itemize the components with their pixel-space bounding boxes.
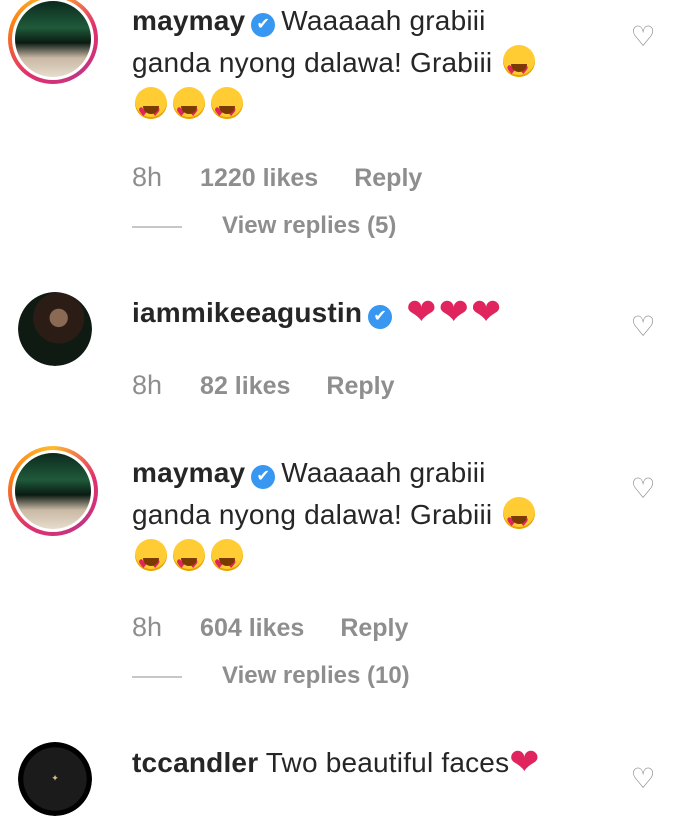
avatar[interactable]: ✦ [18,742,92,816]
divider-line [132,225,182,228]
comment-text: maymay ✔ Waaaaah grabiii ganda nyong dalaw… [132,452,602,585]
timestamp[interactable]: 8h [132,162,162,192]
heart-eyes-emoji-icon [173,87,205,133]
verified-badge-icon: ✔ [368,305,393,329]
comment-body-line1: Waaaaah grabiii [281,457,486,488]
timestamp[interactable]: 8h [132,612,162,642]
red-heart-emoji-icon: ❤ [406,292,437,333]
likes-count[interactable]: 82 likes [200,372,290,400]
username-link[interactable]: tccandler [132,747,258,778]
comment-text: tccandler Two beautiful faces❤ [132,742,602,784]
username-link[interactable]: maymay [132,5,245,36]
heart-eyes-emoji-icon [211,87,243,133]
comment-item: ✦ tccandler Two beautiful faces❤ ♡ [0,742,700,825]
reply-button[interactable]: Reply [340,614,408,642]
verified-badge-icon: ✔ [251,13,276,37]
comment-meta: 8h 82 likes Reply [132,370,431,401]
view-replies-button[interactable]: View replies (10) [132,662,410,690]
comment-body: Two beautiful faces [265,747,510,778]
heart-eyes-emoji-icon [135,539,167,585]
comment-item: iammikeeagustin ✔ ❤❤❤ ♡ 8h 82 likes Reply [0,292,700,412]
divider-line [132,675,182,678]
comment-text: maymay ✔ Waaaaah grabiii ganda nyong dalaw… [132,0,602,133]
heart-eyes-emoji-icon [135,87,167,133]
like-heart-icon[interactable]: ♡ [628,312,658,342]
timestamp[interactable]: 8h [132,370,162,400]
avatar[interactable] [8,0,98,84]
avatar[interactable] [8,446,98,536]
reply-button[interactable]: Reply [354,164,422,192]
verified-badge-icon: ✔ [251,465,276,489]
like-heart-icon[interactable]: ♡ [628,764,658,794]
comment-text: iammikeeagustin ✔ ❤❤❤ [132,292,602,334]
view-replies-label: View replies (5) [222,212,397,239]
likes-count[interactable]: 1220 likes [200,164,318,192]
heart-eyes-emoji-icon [173,539,205,585]
award-badge-icon: ✦ [18,742,92,816]
username-link[interactable]: maymay [132,457,245,488]
reply-button[interactable]: Reply [326,372,394,400]
comment-body-line1: Waaaaah grabiii [281,5,486,36]
comment-item: maymay ✔ Waaaaah grabiii ganda nyong dalaw… [0,0,700,250]
comment-body-line2: ganda nyong dalawa! Grabiii [132,499,493,530]
avatar[interactable] [18,292,92,366]
comment-item: maymay ✔ Waaaaah grabiii ganda nyong dalaw… [0,446,700,702]
comment-body-line2: ganda nyong dalawa! Grabiii [132,47,493,78]
heart-eyes-emoji-icon [503,45,536,91]
heart-eyes-emoji-icon [503,497,536,543]
heart-eyes-emoji-icon [211,539,243,585]
view-replies-label: View replies (10) [222,662,410,689]
red-heart-emoji-icon: ❤ [509,742,540,783]
red-heart-emoji-icon: ❤ [438,292,469,333]
like-heart-icon[interactable]: ♡ [628,474,658,504]
likes-count[interactable]: 604 likes [200,614,304,642]
username-link[interactable]: iammikeeagustin [132,297,362,328]
like-heart-icon[interactable]: ♡ [628,22,658,52]
view-replies-button[interactable]: View replies (5) [132,212,396,240]
comment-meta: 8h 604 likes Reply [132,612,444,643]
red-heart-emoji-icon: ❤ [470,292,502,333]
comment-meta: 8h 1220 likes Reply [132,162,458,193]
